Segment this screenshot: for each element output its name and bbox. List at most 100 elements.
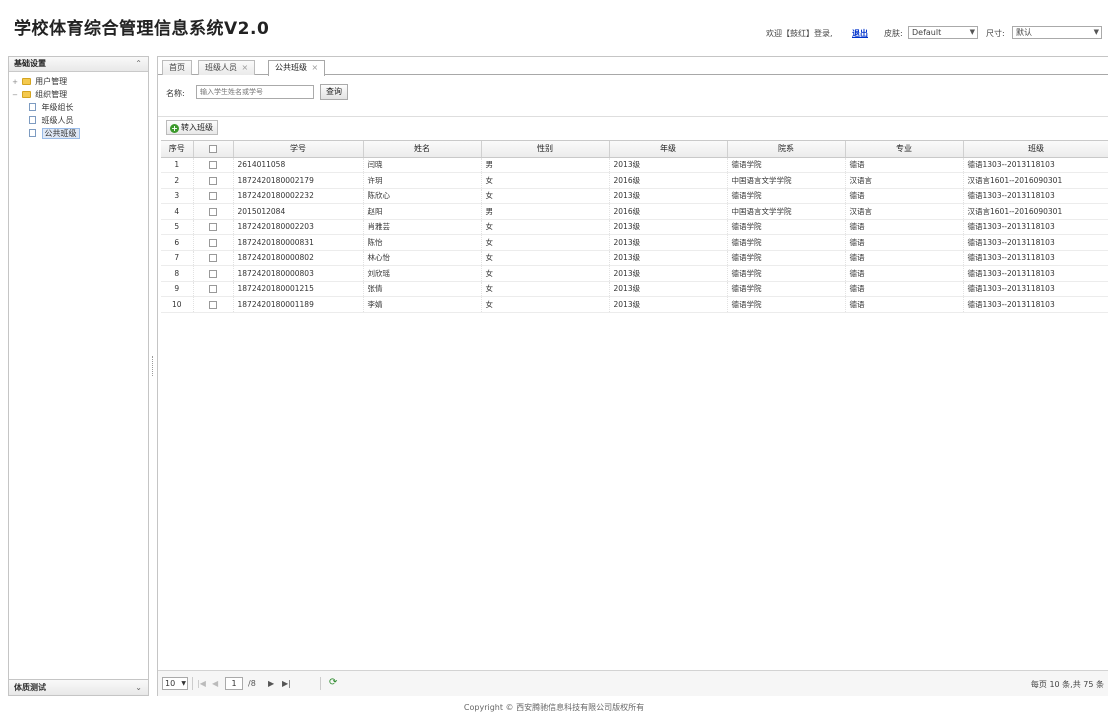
cell-name: 赵阳: [363, 203, 482, 220]
column-header-student-id[interactable]: 学号: [233, 141, 364, 158]
tab-public-class[interactable]: 公共班级 ×: [268, 60, 326, 76]
sidebar-header[interactable]: 基础设置 ⌃: [9, 57, 148, 72]
cell-name: 陈怡: [363, 234, 482, 251]
row-checkbox[interactable]: [209, 285, 217, 294]
tab-class-members[interactable]: 班级人员 ×: [198, 60, 256, 75]
row-checkbox[interactable]: [209, 161, 217, 170]
page-size-select[interactable]: 10 ▼: [162, 677, 188, 690]
cell-major: 汉语言: [845, 172, 964, 189]
cell-select: [193, 188, 234, 204]
column-header-select-all[interactable]: [193, 141, 234, 158]
tree-node-user-management[interactable]: + 用户管理: [9, 75, 148, 88]
column-header-grade[interactable]: 年级: [609, 141, 728, 158]
table-row[interactable]: 1 2614011058 闫晓男 2013级 德语学院 德语 德语1303--2013118…: [161, 157, 1108, 173]
cell-index: 7: [161, 250, 194, 266]
row-checkbox[interactable]: [209, 207, 217, 216]
layout-splitter[interactable]: [151, 56, 155, 696]
current-page-input[interactable]: 1: [225, 677, 243, 690]
splitter-grip-icon[interactable]: [152, 356, 154, 376]
cell-class: 德语1303--2013118103: [963, 234, 1108, 251]
search-input[interactable]: [196, 85, 314, 99]
cell-select: [193, 203, 234, 220]
close-icon[interactable]: ×: [242, 63, 249, 72]
cell-index: 10: [161, 296, 194, 313]
chevron-up-icon[interactable]: ⌃: [135, 57, 142, 71]
table-row[interactable]: 8 1872420180000803 刘欣瑶女 2013级 德语学院 德语 德语1303--…: [161, 265, 1108, 282]
first-page-icon[interactable]: |◀: [197, 679, 206, 688]
transfer-to-class-label: 转入班级: [181, 123, 213, 132]
column-header-index[interactable]: 序号: [161, 141, 194, 158]
cell-name: 陈欣心: [363, 188, 482, 204]
column-header-department[interactable]: 院系: [727, 141, 846, 158]
skin-select[interactable]: Default ▼: [908, 26, 978, 39]
tab-strip: 首页 班级人员 × 公共班级 ×: [158, 57, 1108, 76]
cell-student-id: 1872420180002232: [233, 188, 364, 204]
select-all-checkbox[interactable]: [209, 144, 217, 153]
page-info-text: 每页 10 条,共 75 条: [1030, 680, 1104, 689]
cell-student-id: 1872420180002179: [233, 172, 364, 189]
tree-node-public-class[interactable]: 公共班级: [9, 127, 148, 140]
table-row[interactable]: 9 1872420180001215 张倩女 2013级 德语学院 德语 德语1303--2…: [161, 281, 1108, 297]
cell-student-id: 1872420180000803: [233, 265, 364, 282]
search-bar: 名称: 查询: [158, 81, 1108, 103]
tree-node-label: 班级人员: [41, 116, 74, 125]
tree-node-grade-leader[interactable]: 年级组长: [9, 101, 148, 114]
next-page-icon[interactable]: ▶: [268, 679, 274, 688]
column-header-name[interactable]: 姓名: [363, 141, 482, 158]
search-button[interactable]: 查询: [320, 84, 348, 100]
row-checkbox[interactable]: [209, 238, 217, 247]
table-row[interactable]: 3 1872420180002232 陈欣心女 2013级 德语学院 德语 德语1303--…: [161, 188, 1108, 204]
cell-class: 德语1303--2013118103: [963, 219, 1108, 235]
tab-home[interactable]: 首页: [162, 60, 192, 75]
cell-name: 许玥: [363, 172, 482, 189]
cell-select: [193, 172, 234, 189]
row-checkbox[interactable]: [209, 223, 217, 232]
cell-department: 德语学院: [727, 157, 846, 173]
sidebar-section-physical-test[interactable]: 体质测试 ⌄: [8, 679, 149, 696]
prev-page-icon[interactable]: ◀: [212, 679, 218, 688]
logout-link[interactable]: 退出: [852, 28, 868, 39]
tree-node-class-members[interactable]: 班级人员: [9, 114, 148, 127]
chevron-down-icon[interactable]: ⌄: [135, 680, 142, 696]
cell-gender: 女: [481, 250, 610, 266]
cell-index: 1: [161, 157, 194, 173]
table-row[interactable]: 10 1872420180001189 李婧女 2013级 德语学院 德语 德语1303--…: [161, 296, 1108, 313]
column-header-major[interactable]: 专业: [845, 141, 964, 158]
close-icon[interactable]: ×: [312, 63, 319, 72]
page-icon: [29, 103, 36, 111]
table-row[interactable]: 6 1872420180000831 陈怡女 2013级 德语学院 德语 德语1303--2…: [161, 234, 1108, 251]
cell-department: 德语学院: [727, 234, 846, 251]
table-row[interactable]: 7 1872420180000802 林心怡女 2013级 德语学院 德语 德语1303--…: [161, 250, 1108, 266]
cell-class: 德语1303--2013118103: [963, 281, 1108, 297]
add-icon: +: [170, 124, 179, 133]
row-checkbox[interactable]: [209, 192, 217, 201]
table-row[interactable]: 2 1872420180002179 许玥女 2016级 中国语言文学学院 汉语言 汉语言1…: [161, 172, 1108, 189]
column-header-class[interactable]: 班级: [963, 141, 1108, 158]
table-row[interactable]: 5 1872420180002203 肖雅芸女 2013级 德语学院 德语 德语1303--…: [161, 219, 1108, 235]
transfer-to-class-button[interactable]: + 转入班级: [166, 120, 218, 135]
row-checkbox[interactable]: [209, 300, 217, 309]
chevron-down-icon: ▼: [1093, 28, 1099, 36]
pager-separator: [192, 677, 193, 690]
tree-node-org-management[interactable]: − 组织管理: [9, 88, 148, 101]
cell-name: 李婧: [363, 296, 482, 313]
cell-student-id: 1872420180000802: [233, 250, 364, 266]
size-select-value: 默认: [1016, 28, 1032, 37]
cell-class: 德语1303--2013118103: [963, 250, 1108, 266]
cell-grade: 2013级: [609, 234, 728, 251]
table-row[interactable]: 4 2015012084 赵阳男 2016级 中国语言文学学院 汉语言 汉语言1601--2…: [161, 203, 1108, 220]
grid-header-row: 序号 学号 姓名 性别 年级 院系 专业 班级: [161, 141, 1108, 158]
cell-index: 4: [161, 203, 194, 220]
row-checkbox[interactable]: [209, 254, 217, 263]
size-select[interactable]: 默认 ▼: [1012, 26, 1102, 39]
row-checkbox[interactable]: [209, 269, 217, 278]
cell-major: 德语: [845, 265, 964, 282]
total-pages-text: /8: [248, 679, 256, 688]
column-header-gender[interactable]: 性别: [481, 141, 610, 158]
pagination-bar: 10 ▼ |◀ ◀ 1 /8 ▶ ▶| ⟳ 每页 10 条,共 75 条: [158, 670, 1108, 696]
refresh-icon[interactable]: ⟳: [329, 677, 337, 688]
cell-name: 刘欣瑶: [363, 265, 482, 282]
row-checkbox[interactable]: [209, 176, 217, 185]
last-page-icon[interactable]: ▶|: [282, 679, 291, 688]
cell-select: [193, 281, 234, 297]
